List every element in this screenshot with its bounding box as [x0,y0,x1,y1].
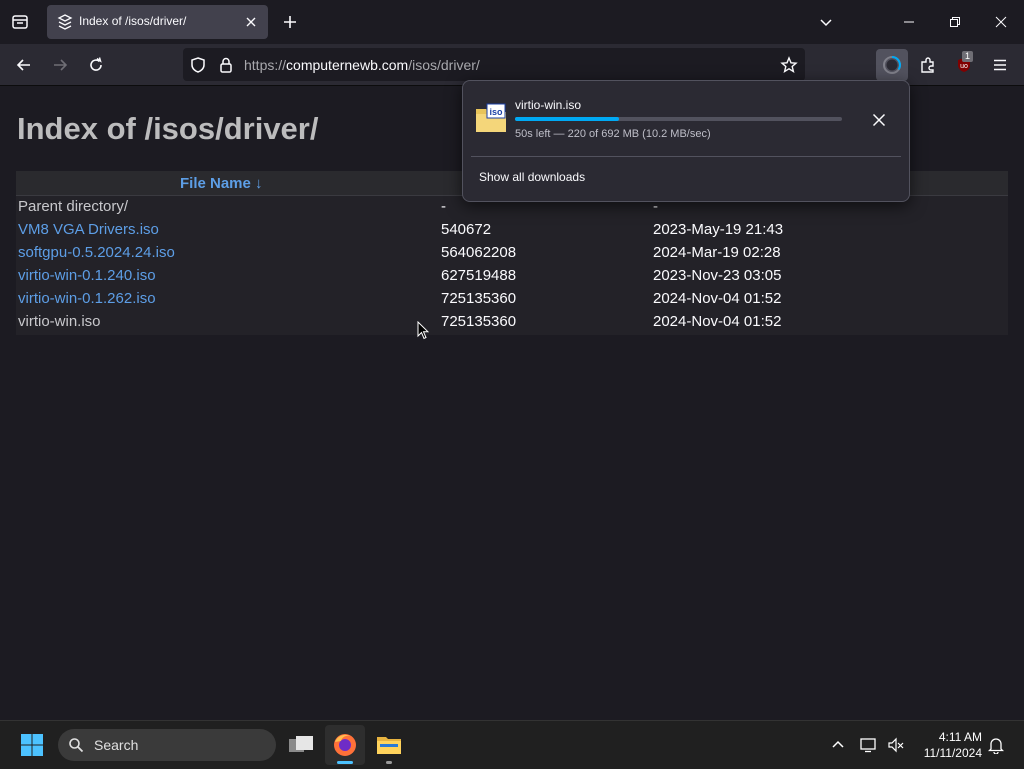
task-view-button[interactable] [281,725,321,765]
downloads-button[interactable] [876,49,908,81]
taskbar-file-explorer[interactable] [369,725,409,765]
download-progress-bar [515,117,842,121]
url-text[interactable]: https://computernewb.com/isos/driver/ [244,57,480,73]
table-row: virtio-win.iso 725135360 2024-Nov-04 01:… [16,311,1008,334]
url-bar[interactable]: https://computernewb.com/isos/driver/ [183,48,805,81]
download-filename[interactable]: virtio-win.iso [515,98,581,112]
taskbar-search-box[interactable]: Search [58,729,276,761]
list-all-tabs-button[interactable] [810,6,842,38]
lock-icon[interactable] [217,56,235,74]
folder-icon [377,737,401,754]
start-button[interactable] [12,725,52,765]
tab-strip: Index of /isos/driver/ [0,0,1024,44]
extensions-button[interactable] [912,49,944,81]
chevron-up-icon [832,740,844,748]
open-app-indicator [386,761,392,764]
firefox-icon [334,734,356,756]
file-date: 2024-Mar-19 02:28 [653,244,781,261]
hamburger-menu-icon [994,59,1006,71]
minimize-button[interactable] [886,0,932,44]
download-status: 50s left — 220 of 692 MB (10.2 MB/sec) [515,128,711,140]
table-row: virtio-win-0.1.240.iso 627519488 2023-No… [16,265,1008,288]
windows-logo-icon [21,734,43,756]
new-tab-button[interactable] [274,6,306,38]
table-row: VM8 VGA Drivers.iso 540672 2023-May-19 2… [16,219,1008,242]
bookmark-star-icon[interactable] [780,56,798,74]
back-button[interactable] [8,49,40,81]
file-size: 725135360 [441,290,517,307]
minimize-icon [904,21,914,23]
url-scheme: https:// [244,57,287,73]
file-size: 725135360 [441,313,517,330]
bell-icon [988,738,1004,754]
svg-text:iso: iso [489,107,503,117]
table-row: softgpu-0.5.2024.24.iso 564062208 2024-M… [16,242,1008,265]
clock-date: 11/11/2024 [923,746,982,760]
tracking-protection-shield-icon[interactable] [189,56,207,74]
app-menu-button[interactable] [984,49,1016,81]
file-date: 2023-Nov-23 03:05 [653,267,782,284]
file-size: 627519488 [441,267,517,284]
reload-button[interactable] [80,49,112,81]
reload-icon [90,57,102,71]
downloads-panel: iso virtio-win.iso 50s left — 220 of 692… [462,80,910,202]
file-link-virtio-win-0-1-240[interactable]: virtio-win-0.1.240.iso [18,267,156,284]
search-icon [69,738,84,753]
iso-file-icon: iso [476,103,506,132]
file-size: 564062208 [441,244,517,261]
active-app-indicator [337,761,353,764]
volume-muted-icon [888,737,904,753]
file-date: 2024-Nov-04 01:52 [653,290,782,307]
file-name-parent-directory[interactable]: Parent directory/ [18,198,128,215]
firefox-view-icon [12,15,28,29]
url-path: /isos/driver/ [408,57,480,73]
volume-button[interactable] [880,725,912,765]
close-icon [872,113,886,127]
taskbar-clock[interactable]: 4:11 AM 11/11/2024 [910,729,982,761]
file-link-virtio-win-0-1-262[interactable]: virtio-win-0.1.262.iso [18,290,156,307]
file-size: 540672 [441,221,492,238]
tab-title: Index of /isos/driver/ [79,14,187,28]
search-placeholder: Search [94,737,139,753]
taskbar-firefox[interactable] [325,725,365,765]
url-host: computernewb.com [286,57,409,73]
close-window-button[interactable] [978,0,1024,44]
show-all-downloads-button[interactable]: Show all downloads [479,170,585,184]
column-header-file-name[interactable]: File Name ↓ [180,175,263,192]
forward-arrow-icon [54,59,68,71]
close-tab-icon[interactable] [243,14,259,30]
network-icon [860,738,876,753]
task-view-icon [289,736,313,752]
plus-icon [284,16,296,28]
clock-time: 4:11 AM [938,730,982,744]
back-arrow-icon [16,59,30,71]
page-favicon-icon [57,14,73,30]
restore-button[interactable] [932,0,978,44]
file-date: 2024-Nov-04 01:52 [653,313,782,330]
firefox-view-button[interactable] [4,6,36,38]
forward-button[interactable] [44,49,76,81]
file-size: - [441,198,446,215]
cancel-download-button[interactable] [867,108,891,132]
file-link-softgpu[interactable]: softgpu-0.5.2024.24.iso [18,244,175,261]
mouse-cursor-icon [417,321,429,340]
puzzle-piece-icon [921,57,934,73]
file-link-virtio-win[interactable]: virtio-win.iso [18,313,101,330]
chevron-down-icon [820,19,832,27]
taskbar: Search 4:11 AM 11/11/2024 [0,720,1024,769]
svg-text:uo: uo [960,63,968,70]
page-title: Index of /isos/driver/ [17,111,319,146]
restore-icon [950,17,960,27]
download-progress-icon [883,56,901,74]
ublock-origin-button[interactable]: uo 1 [948,49,980,81]
download-progress-fill [515,117,619,121]
panel-divider [471,156,901,157]
table-row: virtio-win-0.1.262.iso 725135360 2024-No… [16,288,1008,311]
tab-active[interactable]: Index of /isos/driver/ [47,5,268,39]
file-link-vm8-vga-drivers[interactable]: VM8 VGA Drivers.iso [18,221,159,238]
close-icon [995,16,1007,28]
notifications-button[interactable] [978,725,1014,765]
file-date: 2023-May-19 21:43 [653,221,784,238]
extension-badge: 1 [962,51,974,62]
